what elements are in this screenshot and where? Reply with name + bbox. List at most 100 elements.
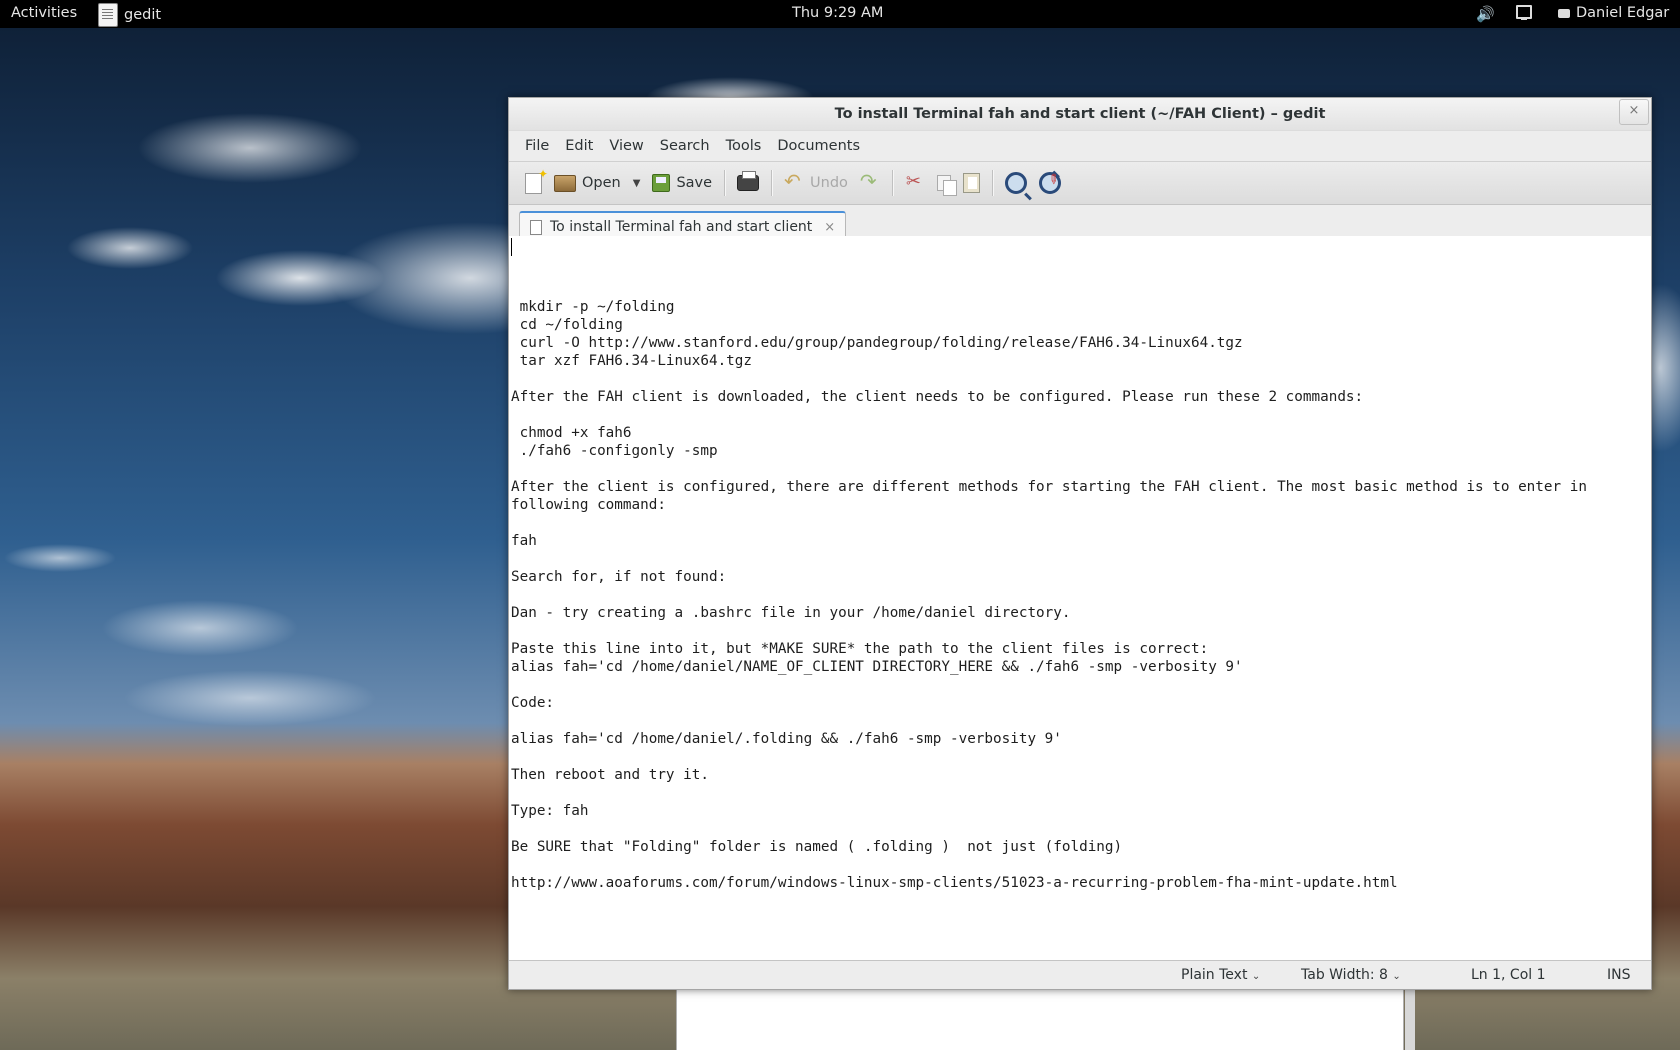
text-line[interactable]: chmod +x fah6: [509, 424, 1651, 442]
language-selector[interactable]: Plain Text ⌄: [1181, 967, 1260, 983]
print-button[interactable]: [731, 167, 765, 199]
text-line[interactable]: cd ~/folding: [509, 316, 1651, 334]
window-close-button[interactable]: ×: [1619, 99, 1649, 125]
chevron-down-icon: ⌄: [1251, 971, 1261, 982]
text-line[interactable]: curl -O http://www.stanford.edu/group/pa…: [509, 334, 1651, 352]
gedit-app-icon: [98, 3, 118, 27]
save-icon: [652, 174, 671, 192]
window-title: To install Terminal fah and start client…: [834, 106, 1326, 122]
undo-icon: [784, 169, 804, 193]
menu-documents[interactable]: Documents: [769, 138, 868, 154]
menu-edit[interactable]: Edit: [557, 138, 601, 154]
text-line[interactable]: Search for, if not found:: [509, 568, 1651, 586]
text-line[interactable]: ./fah6 -configonly -smp: [509, 442, 1651, 460]
text-editor[interactable]: mkdir -p ~/folding cd ~/folding curl -O …: [509, 236, 1651, 960]
new-document-icon: [525, 167, 548, 194]
gedit-window: To install Terminal fah and start client…: [508, 97, 1652, 990]
text-line[interactable]: [509, 406, 1651, 424]
speaker-icon[interactable]: 🔊: [1476, 5, 1495, 23]
clipboard-icon: [962, 173, 980, 193]
window-titlebar[interactable]: To install Terminal fah and start client…: [509, 98, 1651, 131]
cursor-position: Ln 1, Col 1: [1471, 967, 1546, 983]
text-line[interactable]: mkdir -p ~/folding: [509, 298, 1651, 316]
paste-button[interactable]: [957, 167, 986, 199]
text-line[interactable]: [509, 676, 1651, 694]
activities-button[interactable]: Activities: [11, 5, 77, 21]
text-line[interactable]: Then reboot and try it.: [509, 766, 1651, 784]
save-button[interactable]: Save: [646, 167, 718, 199]
insert-mode: INS: [1607, 967, 1631, 983]
text-line[interactable]: http://www.aoaforums.com/forum/windows-l…: [509, 874, 1651, 892]
text-line[interactable]: [509, 460, 1651, 478]
menu-search[interactable]: Search: [652, 138, 718, 154]
menu-file[interactable]: File: [517, 138, 557, 154]
cut-button[interactable]: [899, 167, 931, 199]
tab-close-icon[interactable]: ×: [824, 220, 835, 235]
find-replace-button[interactable]: [1033, 167, 1067, 199]
text-line[interactable]: Dan - try creating a .bashrc file in you…: [509, 604, 1651, 622]
tab-width-label: Tab Width: 8: [1301, 967, 1388, 983]
text-line[interactable]: tar xzf FAH6.34-Linux64.tgz: [509, 352, 1651, 370]
text-line[interactable]: following command:: [509, 496, 1651, 514]
text-line[interactable]: Paste this line into it, but *MAKE SURE*…: [509, 640, 1651, 658]
clock[interactable]: Thu 9:29 AM: [792, 5, 883, 21]
text-line[interactable]: [509, 622, 1651, 640]
text-line[interactable]: [509, 820, 1651, 838]
network-icon[interactable]: [1516, 5, 1532, 23]
top-bar: Activities gedit Thu 9:29 AM 🔊 Daniel Ed…: [0, 0, 1680, 28]
text-line[interactable]: fah: [509, 532, 1651, 550]
new-document-button[interactable]: [519, 167, 548, 199]
menu-tools[interactable]: Tools: [718, 138, 770, 154]
undo-button[interactable]: Undo: [778, 167, 854, 199]
text-line[interactable]: [509, 784, 1651, 802]
menu-view[interactable]: View: [601, 138, 651, 154]
text-line[interactable]: Type: fah: [509, 802, 1651, 820]
chevron-down-icon: ▼: [632, 177, 641, 189]
redo-button[interactable]: [854, 167, 886, 199]
background-window[interactable]: [676, 985, 1415, 1050]
scissors-icon: [905, 171, 925, 193]
language-label: Plain Text: [1181, 967, 1248, 983]
text-line[interactable]: [509, 856, 1651, 874]
redo-icon: [860, 169, 880, 193]
user-name: Daniel Edgar: [1576, 5, 1670, 21]
text-line[interactable]: [509, 748, 1651, 766]
toolbar-separator: [991, 170, 993, 196]
open-button[interactable]: Open: [548, 167, 627, 199]
text-line[interactable]: Be SURE that "Folding" folder is named (…: [509, 838, 1651, 856]
tab-label: To install Terminal fah and start client: [550, 219, 813, 235]
find-replace-icon: [1038, 172, 1061, 194]
text-line[interactable]: [509, 370, 1651, 388]
text-line[interactable]: alias fah='cd /home/daniel/NAME_OF_CLIEN…: [509, 658, 1651, 676]
user-menu[interactable]: Daniel Edgar: [1558, 5, 1669, 21]
toolbar-separator: [891, 170, 893, 196]
text-line[interactable]: [509, 514, 1651, 532]
text-cursor: [511, 238, 512, 256]
document-tabs: To install Terminal fah and start client…: [509, 205, 1651, 241]
copy-button[interactable]: [931, 167, 957, 199]
toolbar-separator: [724, 170, 726, 196]
text-line[interactable]: After the FAH client is downloaded, the …: [509, 388, 1651, 406]
toolbar-separator: [771, 170, 773, 196]
text-line[interactable]: alias fah='cd /home/daniel/.folding && .…: [509, 730, 1651, 748]
find-button[interactable]: [999, 167, 1033, 199]
text-line[interactable]: [509, 550, 1651, 568]
text-line[interactable]: After the client is configured, there ar…: [509, 478, 1651, 496]
app-menu-label: gedit: [124, 7, 162, 23]
tab-width-selector[interactable]: Tab Width: 8 ⌄: [1301, 967, 1401, 983]
message-icon: [1558, 8, 1570, 18]
text-line[interactable]: [509, 586, 1651, 604]
status-bar: Plain Text ⌄ Tab Width: 8 ⌄ Ln 1, Col 1 …: [509, 960, 1651, 989]
open-recent-dropdown[interactable]: ▼: [627, 167, 647, 199]
undo-button-label: Undo: [810, 175, 848, 191]
text-line[interactable]: Code:: [509, 694, 1651, 712]
toolbar: Open ▼ Save Undo: [509, 161, 1651, 205]
open-button-label: Open: [582, 175, 621, 191]
menu-bar: File Edit View Search Tools Documents: [509, 131, 1651, 161]
text-line[interactable]: [509, 712, 1651, 730]
printer-icon: [737, 171, 760, 191]
app-menu[interactable]: gedit: [98, 3, 161, 27]
save-button-label: Save: [676, 175, 713, 191]
search-icon: [1004, 172, 1027, 194]
copy-icon: [936, 175, 957, 196]
